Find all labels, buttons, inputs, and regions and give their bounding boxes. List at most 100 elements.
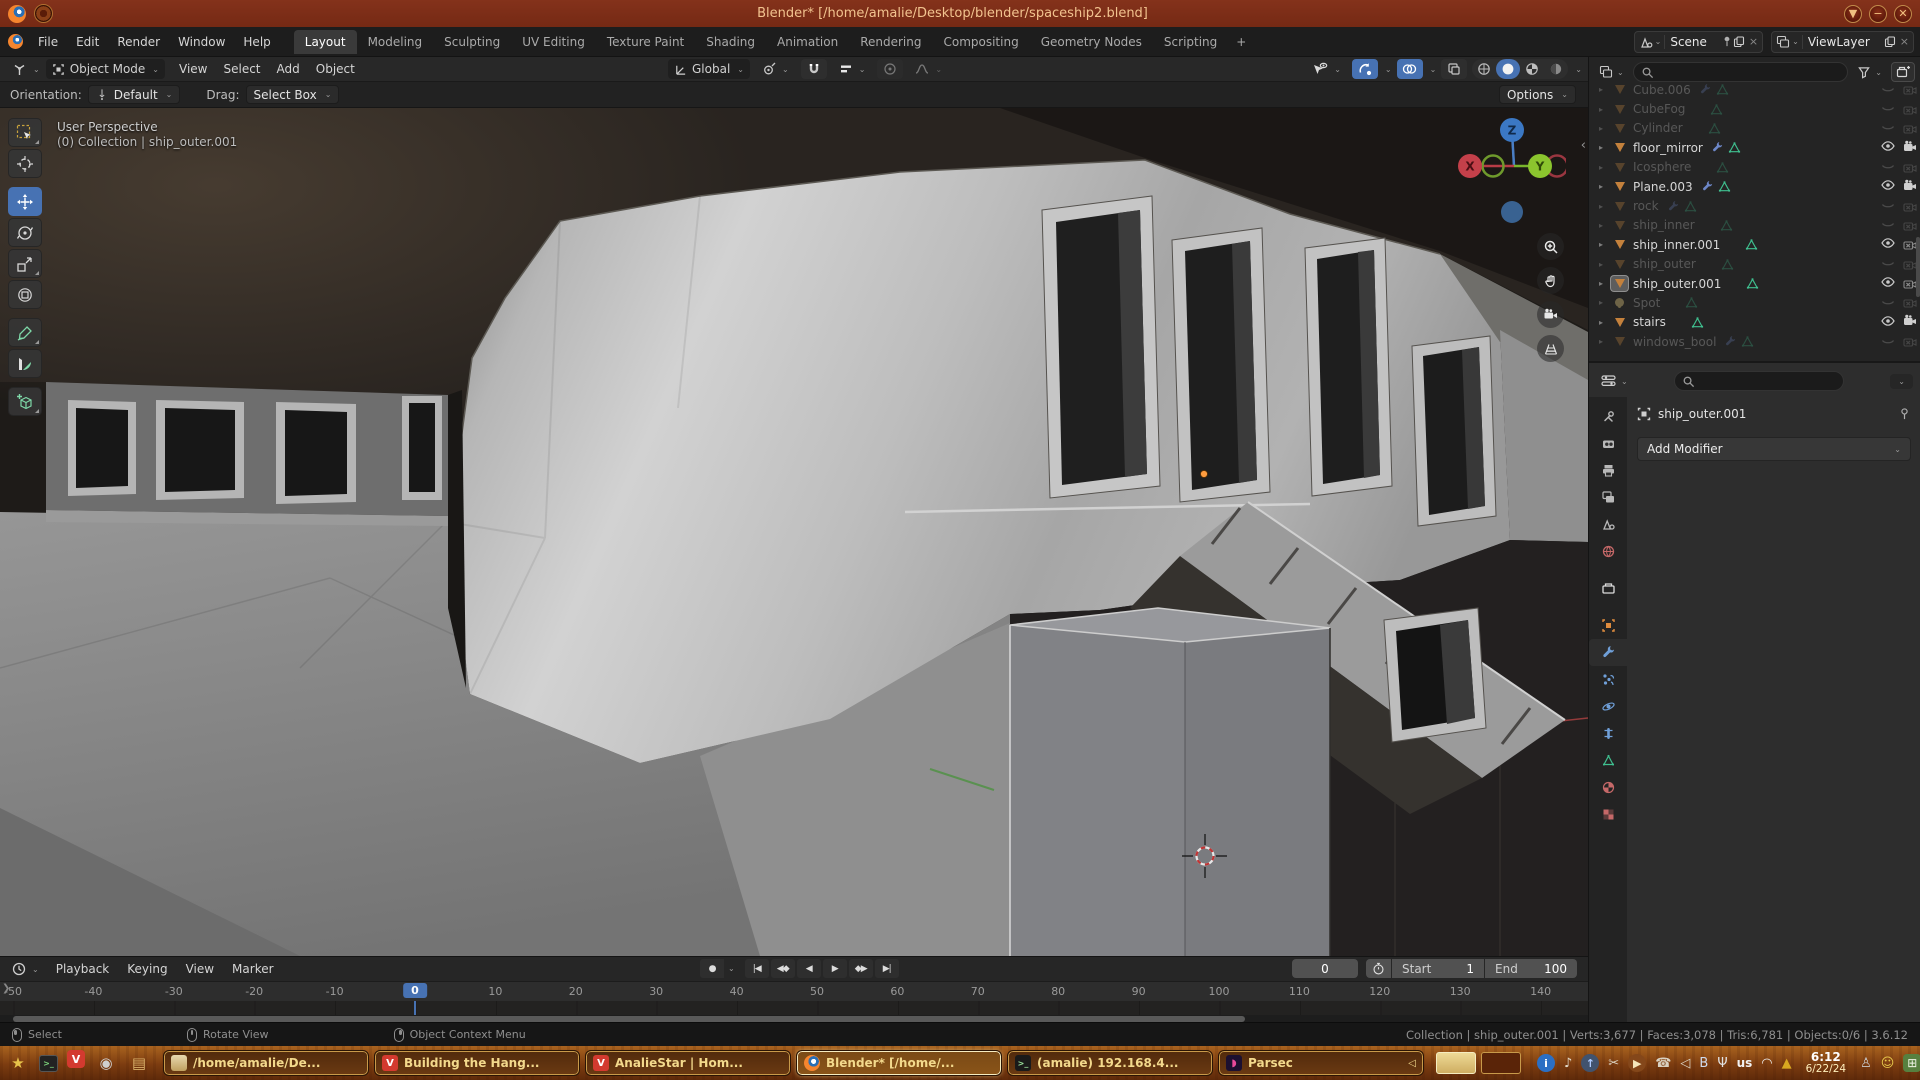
- mode-dropdown[interactable]: Object Mode ⌄: [46, 59, 165, 79]
- viewport-menu-item[interactable]: Select: [215, 59, 268, 79]
- snap-settings-dropdown[interactable]: ⌄: [833, 60, 872, 78]
- orientation-dropdown[interactable]: Default ⌄: [88, 85, 181, 104]
- properties-tab-render[interactable]: [1589, 430, 1627, 457]
- timeline-menu-item[interactable]: Playback: [47, 958, 119, 980]
- tray-usb[interactable]: Ψ: [1717, 1056, 1727, 1071]
- object-type-icon[interactable]: [1611, 102, 1628, 117]
- launcher-star[interactable]: ★: [6, 1050, 30, 1076]
- timeline-tracks[interactable]: [0, 1001, 1588, 1015]
- disable-in-render-toggle[interactable]: [1903, 83, 1917, 96]
- shading-dropdown-caret[interactable]: ⌄: [1575, 65, 1582, 74]
- properties-tab-texture[interactable]: [1589, 801, 1627, 828]
- scene-type-icon[interactable]: ⌄: [1639, 35, 1666, 49]
- auto-key-button[interactable]: ●: [700, 959, 724, 978]
- xray-toggle[interactable]: [1441, 59, 1467, 79]
- viewport-3d[interactable]: User Perspective (0) Collection | ship_o…: [0, 108, 1588, 956]
- properties-tab-world[interactable]: [1589, 538, 1627, 565]
- menu-item[interactable]: Edit: [67, 31, 108, 53]
- tray-keyboard-layout[interactable]: us: [1737, 1056, 1753, 1070]
- breadcrumb-object-name[interactable]: ship_outer.001: [1658, 407, 1746, 421]
- properties-tab-view-layer[interactable]: [1589, 484, 1627, 511]
- transport-prev-keyframe[interactable]: ◀◆: [771, 959, 795, 978]
- outliner-row[interactable]: ▸ ship_inner.001: [1589, 235, 1920, 254]
- camera-view-button[interactable]: [1537, 301, 1564, 328]
- object-visibility-dropdown[interactable]: ⌄: [1306, 60, 1347, 78]
- disable-in-render-toggle[interactable]: [1903, 122, 1917, 135]
- pan-button[interactable]: [1537, 267, 1564, 294]
- transport-jump-end[interactable]: ▶|: [875, 959, 899, 978]
- tool-select-box[interactable]: [8, 118, 42, 147]
- object-type-icon[interactable]: [1611, 276, 1628, 291]
- hide-in-viewport-toggle[interactable]: [1881, 315, 1895, 330]
- transport-next-keyframe[interactable]: ◆▶: [849, 959, 873, 978]
- overlays-dropdown-caret[interactable]: ⌄: [1430, 65, 1437, 74]
- tray-smiley[interactable]: ☺: [1881, 1056, 1895, 1071]
- object-type-icon[interactable]: [1611, 140, 1628, 155]
- outliner-display-mode-dropdown[interactable]: ⌄: [1595, 63, 1628, 81]
- hide-in-viewport-toggle[interactable]: [1881, 297, 1895, 309]
- outliner-row[interactable]: ▸ Plane.003: [1589, 177, 1920, 196]
- taskbar-window-button[interactable]: Blender* [/home/... ◁: [796, 1050, 1002, 1076]
- falloff-dropdown[interactable]: ⌄: [909, 61, 948, 77]
- workspace-tab[interactable]: Layout: [294, 30, 357, 54]
- disable-in-render-toggle[interactable]: [1903, 258, 1917, 271]
- properties-tab-scene[interactable]: [1589, 511, 1627, 538]
- outliner-row[interactable]: ▸ Spot: [1589, 293, 1920, 312]
- blender-menu-icon[interactable]: [8, 34, 23, 49]
- properties-options-caret[interactable]: ⌄: [1890, 374, 1913, 389]
- hide-in-viewport-toggle[interactable]: [1881, 237, 1895, 252]
- properties-tab-tool[interactable]: [1589, 403, 1627, 430]
- tool-measure[interactable]: [8, 349, 42, 378]
- new-collection-button[interactable]: [1891, 62, 1915, 82]
- disclosure-triangle-icon[interactable]: ▸: [1599, 105, 1611, 114]
- outliner-row[interactable]: ▸ ship_outer: [1589, 255, 1920, 274]
- outliner-row[interactable]: ▸ Cube.006: [1589, 80, 1920, 99]
- outliner-row[interactable]: ▸ Cylinder: [1589, 119, 1920, 138]
- shading-material-button[interactable]: [1520, 59, 1544, 79]
- frame-end-field[interactable]: End100: [1485, 959, 1577, 978]
- menu-item[interactable]: Window: [169, 31, 234, 53]
- menu-item[interactable]: Render: [108, 31, 169, 53]
- keying-dropdown-caret[interactable]: ⌄: [728, 964, 735, 973]
- disclosure-triangle-icon[interactable]: ▸: [1599, 337, 1611, 346]
- disclosure-triangle-icon[interactable]: ▸: [1599, 260, 1611, 269]
- shading-rendered-button[interactable]: [1544, 59, 1568, 79]
- new-scene-icon[interactable]: [1733, 36, 1745, 48]
- tray-upload[interactable]: ↑: [1581, 1054, 1599, 1072]
- workspace-tab[interactable]: Scripting: [1153, 30, 1228, 54]
- properties-editor-dropdown[interactable]: ⌄: [1597, 372, 1632, 390]
- object-type-icon[interactable]: [1611, 82, 1628, 97]
- disable-in-render-toggle[interactable]: [1903, 296, 1917, 309]
- timeline-ruler[interactable]: -50-40-30-20-100102030405060708090100110…: [0, 981, 1588, 1001]
- window-menu-icon[interactable]: [34, 4, 53, 23]
- tray-wifi[interactable]: ◠: [1761, 1056, 1772, 1071]
- scene-selector[interactable]: ⌄ Scene ×: [1634, 31, 1764, 53]
- viewlayer-selector[interactable]: ⌄ ViewLayer ×: [1771, 31, 1914, 53]
- drag-dropdown[interactable]: Select Box ⌄: [246, 85, 340, 104]
- disclosure-triangle-icon[interactable]: ▸: [1599, 279, 1611, 288]
- timeline-menu-item[interactable]: Marker: [223, 958, 282, 980]
- object-type-icon[interactable]: [1611, 199, 1628, 214]
- disclosure-triangle-icon[interactable]: ▸: [1599, 221, 1611, 230]
- orthographic-toggle-button[interactable]: [1537, 335, 1564, 362]
- workspace-tab[interactable]: Rendering: [849, 30, 932, 54]
- viewlayer-name[interactable]: ViewLayer: [1808, 35, 1884, 49]
- disable-in-render-toggle[interactable]: [1903, 219, 1917, 232]
- tray-scissors[interactable]: ✂: [1608, 1056, 1619, 1071]
- properties-tab-physics[interactable]: [1589, 693, 1627, 720]
- hide-in-viewport-toggle[interactable]: [1881, 258, 1895, 270]
- proportional-edit-toggle[interactable]: [877, 59, 903, 79]
- zoom-button[interactable]: [1537, 233, 1564, 260]
- hide-in-viewport-toggle[interactable]: [1881, 122, 1895, 134]
- viewport-menu-item[interactable]: View: [171, 59, 215, 79]
- scene-name[interactable]: Scene: [1670, 35, 1721, 49]
- use-preview-range-button[interactable]: [1366, 959, 1391, 978]
- remove-viewlayer-icon[interactable]: ×: [1900, 35, 1909, 48]
- outliner-row[interactable]: ▸ stairs: [1589, 313, 1920, 332]
- hide-in-viewport-toggle[interactable]: [1881, 84, 1895, 96]
- timeline-expand-icon[interactable]: ❯: [2, 983, 10, 994]
- disclosure-triangle-icon[interactable]: ▸: [1599, 124, 1611, 133]
- tool-transform[interactable]: [8, 280, 42, 309]
- properties-tab-collection[interactable]: [1589, 575, 1627, 602]
- tool-annotate[interactable]: [8, 318, 42, 347]
